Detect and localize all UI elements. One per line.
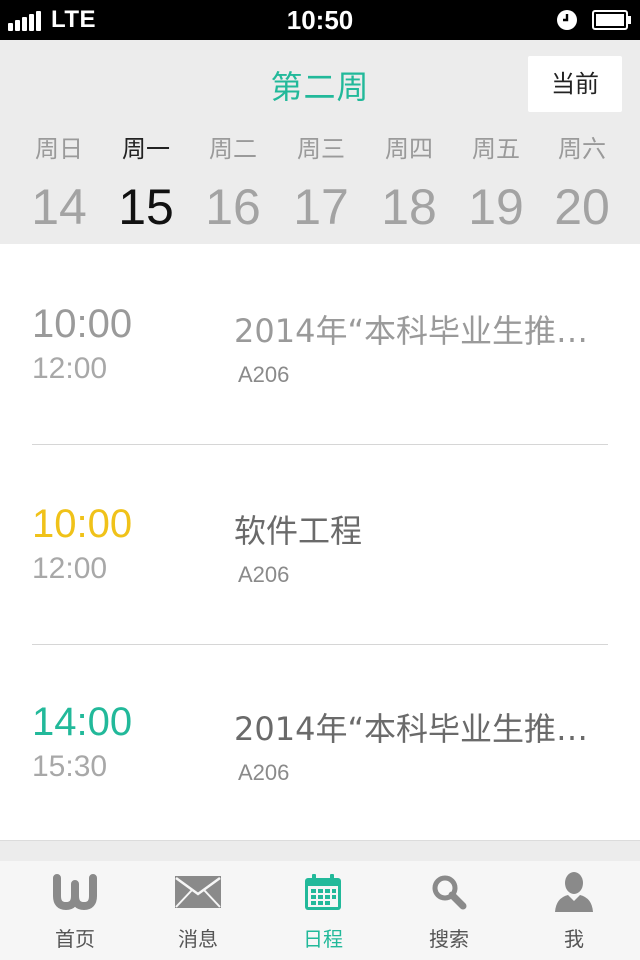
tab-bar: 首页 消息 日程 搜索 我 [0,840,640,960]
day-friday[interactable]: 周五 19 [451,132,541,238]
day-name: 周四 [385,135,433,163]
day-sunday[interactable]: 周日 14 [14,132,104,238]
day-name: 周五 [472,135,520,163]
status-bar: LTE 10:50 [0,0,640,40]
event-start-time: 14:00 [32,700,133,744]
day-date: 16 [205,179,261,235]
event-room: A206 [238,760,290,785]
event-room: A206 [238,562,290,587]
day-date: 20 [554,179,610,235]
day-date: 15 [118,179,174,235]
tab-schedule-active[interactable]: 日程 [259,867,387,957]
day-name: 周三 [297,135,345,163]
event-room: A206 [238,362,290,387]
event-title: 2014年“本科毕业生推… [234,312,589,350]
profile-icon [510,867,638,917]
day-date: 18 [381,179,437,235]
day-monday-selected[interactable]: 周一 15 [101,132,191,238]
schedule-item[interactable]: 10:00 12:00 软件工程 A206 [0,444,640,644]
event-title: 软件工程 [234,512,363,550]
day-name: 周二 [209,135,257,163]
day-tuesday[interactable]: 周二 16 [188,132,278,238]
day-saturday[interactable]: 周六 20 [537,132,627,238]
tab-label: 消息 [178,927,218,951]
tab-label: 搜索 [429,927,469,951]
tab-me[interactable]: 我 [510,867,638,957]
tab-label: 我 [564,927,584,951]
event-end-time: 12:00 [32,352,108,385]
tab-label: 首页 [55,927,95,951]
schedule-item[interactable]: 10:00 12:00 2014年“本科毕业生推… A206 [0,244,640,444]
schedule-item[interactable]: 14:00 15:30 2014年“本科毕业生推… A206 [0,642,640,842]
day-date: 17 [293,179,349,235]
mail-icon [134,867,262,917]
home-w-icon [11,867,139,917]
week-header: 第二周 当前 周日 14 周一 15 周二 16 周三 17 周四 18 周五 … [0,40,640,244]
day-name: 周六 [558,135,606,163]
battery-icon [592,10,631,30]
tab-home[interactable]: 首页 [11,867,139,957]
day-date: 19 [468,179,524,235]
day-name: 周一 [122,135,170,163]
event-start-time: 10:00 [32,302,133,346]
day-name: 周日 [35,135,83,163]
alarm-clock-icon [557,10,577,30]
event-title: 2014年“本科毕业生推… [234,710,589,748]
tab-messages[interactable]: 消息 [134,867,262,957]
event-end-time: 12:00 [32,552,108,585]
tab-label: 日程 [303,927,343,951]
day-wednesday[interactable]: 周三 17 [276,132,366,238]
calendar-icon [259,867,387,917]
status-right [556,0,632,40]
search-icon [385,867,513,917]
event-start-time: 10:00 [32,502,133,546]
day-thursday[interactable]: 周四 18 [364,132,454,238]
event-end-time: 15:30 [32,750,108,783]
tab-bar-top-strip [0,841,640,861]
tab-search[interactable]: 搜索 [385,867,513,957]
current-week-button[interactable]: 当前 [528,56,622,112]
status-time: 10:50 [286,5,354,35]
day-date: 14 [31,179,87,235]
